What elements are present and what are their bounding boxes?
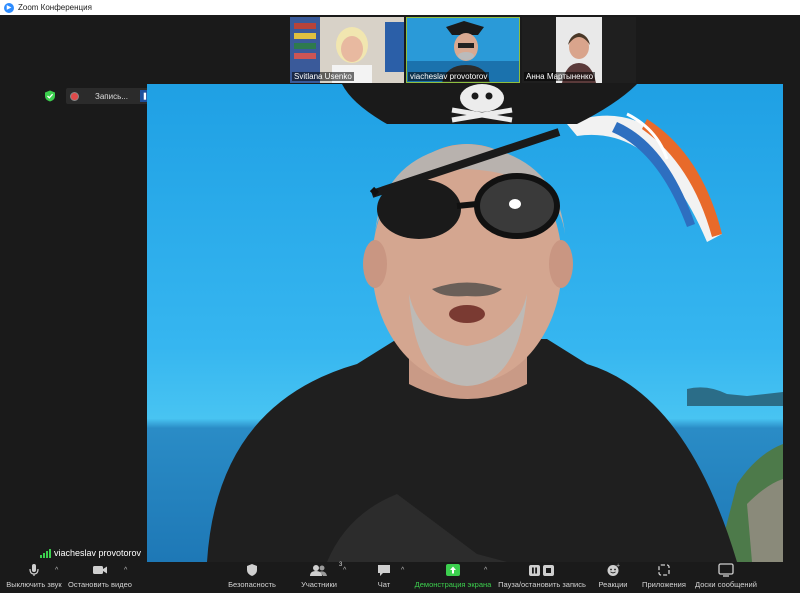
apps-button[interactable]: Приложения	[640, 562, 688, 593]
participant-tile-anna[interactable]: Анна Мартыненко	[522, 17, 636, 83]
stop-video-label: Остановить видео	[68, 580, 132, 589]
security-button[interactable]: Безопасность	[226, 562, 278, 593]
participants-count: 3	[339, 562, 343, 568]
apps-label: Приложения	[642, 580, 686, 589]
recording-label: Запись...	[95, 91, 128, 101]
main-speaker-video	[147, 84, 783, 562]
active-speaker-label: viacheslav provotorov	[40, 548, 141, 558]
smiley-icon: +	[606, 562, 620, 578]
shield-icon	[246, 562, 258, 578]
stop-video-button[interactable]: Остановить видео	[68, 562, 132, 593]
whiteboard-icon	[718, 562, 734, 578]
encryption-shield-icon[interactable]	[44, 90, 56, 102]
participant-name: Svitlana Usenko	[292, 72, 354, 81]
active-speaker-name: viacheslav provotorov	[54, 548, 142, 558]
reactions-button[interactable]: + Реакции	[597, 562, 629, 593]
security-label: Безопасность	[228, 580, 276, 589]
zoom-logo-icon: ▶	[4, 2, 14, 13]
whiteboards-button[interactable]: Доски сообщений	[694, 562, 758, 593]
share-screen-button[interactable]: Демонстрация экрана	[414, 562, 492, 593]
pause-stop-recording-label: Пауза/остановить запись	[498, 580, 586, 589]
window-title: Zoom Конференция	[18, 3, 92, 12]
pause-stop-recording-button[interactable]: Пауза/остановить запись	[498, 562, 586, 593]
recording-dot-icon	[70, 91, 79, 101]
participants-button[interactable]: 3 Участники	[298, 562, 342, 593]
participant-strip: Svitlana Usenko viacheslav provotorov Ан…	[290, 17, 636, 83]
camera-icon	[92, 562, 108, 578]
svg-text:+: +	[616, 563, 620, 569]
mute-button[interactable]: Выключить звук	[6, 562, 62, 593]
audio-options-chevron-icon[interactable]: ^	[55, 567, 58, 574]
participant-tile-viacheslav[interactable]: viacheslav provotorov	[406, 17, 520, 83]
title-bar: ▶ Zoom Конференция	[0, 0, 800, 15]
chat-button[interactable]: Чат	[372, 562, 396, 593]
chat-options-chevron-icon[interactable]: ^	[401, 567, 404, 574]
participants-label: Участники	[301, 580, 337, 589]
share-screen-icon	[445, 562, 461, 578]
pause-stop-recording-icon	[528, 562, 556, 578]
microphone-icon	[28, 562, 40, 578]
participant-tile-svitlana[interactable]: Svitlana Usenko	[290, 17, 404, 83]
participant-name: viacheslav provotorov	[408, 72, 490, 81]
speaker-video-frame	[207, 84, 783, 562]
participants-options-chevron-icon[interactable]: ^	[343, 567, 346, 574]
whiteboards-label: Доски сообщений	[695, 580, 757, 589]
chat-label: Чат	[377, 580, 391, 589]
meeting-toolbar: Выключить звук ^ Остановить видео ^ Безо…	[0, 562, 800, 593]
chat-bubble-icon	[377, 562, 391, 578]
share-screen-label: Демонстрация экрана	[414, 580, 492, 589]
apps-icon	[657, 562, 671, 578]
video-options-chevron-icon[interactable]: ^	[124, 567, 127, 574]
participants-icon: 3	[310, 562, 342, 578]
reactions-label: Реакции	[598, 580, 628, 589]
share-options-chevron-icon[interactable]: ^	[484, 567, 487, 574]
connection-signal-icon	[40, 548, 51, 558]
mute-label: Выключить звук	[6, 580, 62, 589]
participant-name: Анна Мартыненко	[524, 72, 596, 81]
